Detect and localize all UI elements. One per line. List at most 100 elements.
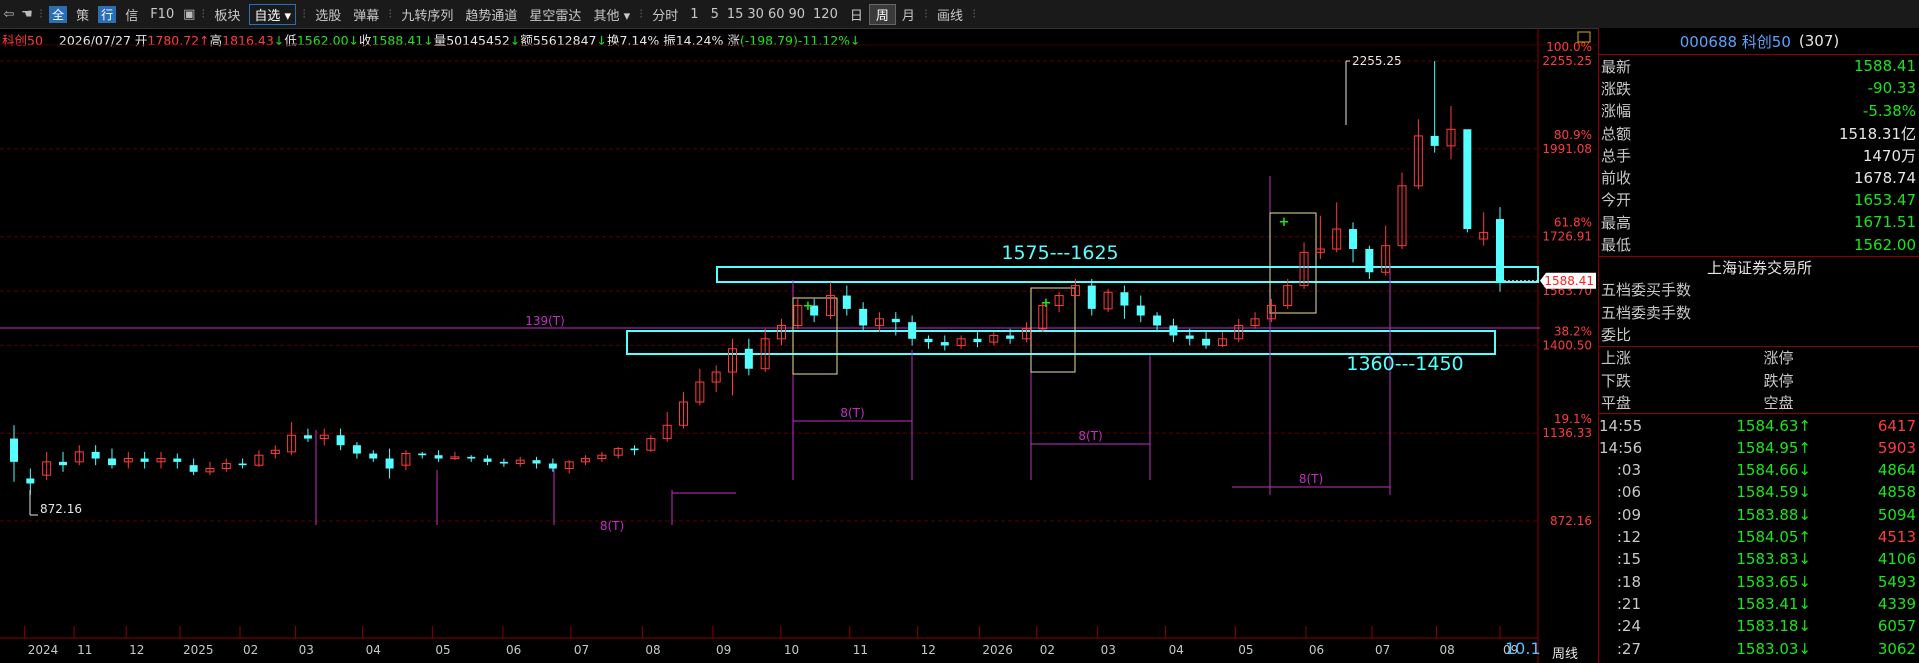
tb-weekly-button[interactable]: 周 — [868, 3, 896, 25]
candle-body — [483, 458, 492, 462]
tb-nine-turn-button[interactable]: 九转序列 — [395, 5, 459, 24]
separator: ⁝ — [39, 6, 44, 22]
y-value-label: 1991.08 — [1542, 142, 1592, 156]
x-label: 11 — [853, 643, 868, 657]
tick-price: 1584.63↑ — [1736, 416, 1811, 435]
y-pct-label: 80.9% — [1554, 128, 1592, 142]
candle-body — [499, 461, 508, 464]
tb-other-button[interactable]: 其他 ▾ — [587, 5, 636, 24]
quote-label: 前收 — [1601, 169, 1632, 188]
buy-signal-icon: + — [803, 299, 814, 314]
hand-icon[interactable]: ☚ — [18, 5, 36, 23]
x-label: 04 — [1169, 643, 1184, 657]
x-label: 2025 — [183, 643, 214, 657]
quote-label: 最低 — [1601, 236, 1632, 255]
quote-row: 最高 1671.51 — [1599, 211, 1919, 233]
breadth-row: 下跌 跌停 — [1599, 369, 1919, 391]
tick-time: 14:56 — [1599, 438, 1643, 457]
tb-30min-button[interactable]: 30 — [745, 7, 766, 22]
x-label: 06 — [1309, 643, 1324, 657]
tb-danmaku-button[interactable]: 弹幕 — [347, 5, 385, 24]
candle-body — [842, 295, 851, 309]
y-pct-label: 19.1% — [1554, 412, 1592, 426]
breadth-row: 平盘 空盘 — [1599, 391, 1919, 413]
tb-monthly-button[interactable]: 月 — [896, 5, 921, 24]
tb-f10-button[interactable]: F10 — [144, 7, 180, 22]
depth-buy-label: 五档委买手数 — [1601, 281, 1692, 300]
tick-list[interactable]: 14:55 1584.63↑ 6417 14:56 1584.95↑ 5903:03 158… — [1599, 413, 1919, 659]
tick-price: 1584.05↑ — [1736, 528, 1811, 547]
separator: ⁝ — [201, 6, 206, 22]
tb-draw-button[interactable]: 画线 — [931, 5, 969, 24]
quote-value: 1653.47 — [1853, 190, 1916, 209]
tb-info-button[interactable]: 信 — [119, 5, 144, 24]
tick-volume: 6057 — [1877, 617, 1916, 636]
x-label: 02 — [243, 643, 258, 657]
quote-value: -90.33 — [1867, 79, 1916, 98]
quote-row: 最新 1588.41 — [1599, 55, 1919, 77]
tb-120min-button[interactable]: 120 — [807, 7, 844, 22]
back-icon[interactable]: ⇦ — [0, 5, 18, 23]
tick-row: 14:56 1584.95↑ 5903 — [1599, 437, 1919, 459]
x-label: 12 — [129, 643, 144, 657]
candle-body — [1430, 135, 1439, 146]
candle-body — [973, 338, 982, 343]
tb-screener-button[interactable]: 选股 — [309, 5, 347, 24]
tick-volume: 5493 — [1877, 572, 1916, 591]
kline-chart[interactable]: 100.0%2255.2580.9%1991.0861.8%1726.91156… — [0, 28, 1598, 663]
quote-value: -5.38% — [1862, 101, 1916, 120]
min-label: 872.16 — [40, 502, 82, 516]
tb-trend-channel-button[interactable]: 趋势通道 — [459, 5, 523, 24]
candle-body — [369, 453, 378, 459]
candle-body — [189, 465, 198, 472]
tick-row: :24 1583.18↓ 6057 — [1599, 615, 1919, 637]
x-label: 07 — [574, 643, 589, 657]
x-label: 04 — [366, 643, 381, 657]
zone-lower-box — [626, 330, 1496, 355]
x-label: 2024 — [28, 643, 59, 657]
tb-watchlist-select[interactable]: 自选 ▾ — [249, 3, 297, 25]
tb-strategy-button[interactable]: 策 — [70, 5, 95, 24]
x-label: 05 — [435, 643, 450, 657]
tick-time: :09 — [1616, 505, 1641, 524]
x-label: 07 — [1375, 643, 1390, 657]
quote-label: 涨跌 — [1601, 79, 1632, 98]
tick-time: :21 — [1616, 594, 1641, 613]
tb-5min-button[interactable]: 5 — [705, 7, 725, 22]
breadth-row: 上涨 涨停 — [1599, 347, 1919, 369]
candle-body — [744, 348, 753, 369]
label-8t-b: 8(T) — [1078, 429, 1102, 443]
tb-all-button[interactable]: 全 — [49, 5, 68, 23]
depth-row: 五档委买手数 — [1599, 279, 1919, 301]
candle-body — [10, 438, 18, 462]
x-label: 08 — [645, 643, 660, 657]
quote-value: 1470万 — [1862, 146, 1916, 165]
tb-daily-button[interactable]: 日 — [844, 5, 869, 24]
tb-60min-button[interactable]: 60 — [766, 7, 787, 22]
tb-intraday-button[interactable]: 分时 — [646, 5, 684, 24]
corner-value: 10.1 — [1505, 639, 1541, 658]
y-value-label: 1726.91 — [1542, 230, 1592, 244]
quote-label: 最新 — [1601, 57, 1632, 76]
tb-sector-button[interactable]: 板块 — [208, 5, 246, 24]
tb-15min-button[interactable]: 15 — [725, 7, 746, 22]
candle-body — [58, 461, 67, 466]
tick-row: :18 1583.65↓ 5493 — [1599, 571, 1919, 593]
quote-value: 1518.31亿 — [1838, 124, 1916, 143]
tick-row: :09 1583.88↓ 5094 — [1599, 504, 1919, 526]
tick-time: :27 — [1616, 639, 1641, 658]
tb-radar-button[interactable]: 星空雷达 — [523, 5, 587, 24]
quote-row: 总额 1518.31亿 — [1599, 122, 1919, 144]
tick-time: :12 — [1616, 528, 1641, 547]
quote-row: 最低 1562.00 — [1599, 233, 1919, 255]
breadth-empty: 空盘 — [1763, 393, 1794, 412]
candle-body — [107, 458, 116, 466]
quote-label: 涨幅 — [1601, 102, 1632, 121]
tb-1min-button[interactable]: 1 — [684, 7, 704, 22]
quote-label: 最高 — [1601, 213, 1632, 232]
window-icon[interactable]: ▣ — [180, 5, 198, 23]
tick-time: :03 — [1616, 461, 1641, 480]
tb-quote-button[interactable]: 行 — [98, 5, 117, 23]
tick-row: :06 1584.59↓ 4858 — [1599, 481, 1919, 503]
tb-90min-button[interactable]: 90 — [786, 7, 807, 22]
